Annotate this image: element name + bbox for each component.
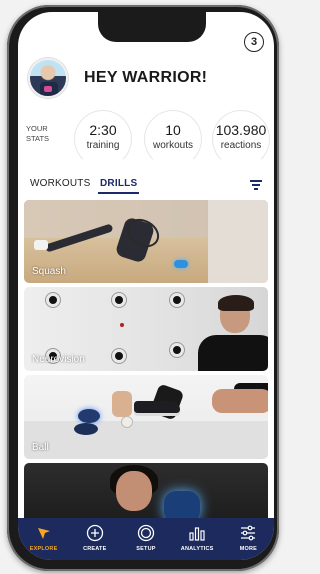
light-pod-image <box>164 491 200 520</box>
drill-card-pod-hold[interactable] <box>24 463 268 520</box>
light-pod-image <box>112 293 126 307</box>
nav-more[interactable]: MORE <box>224 523 272 552</box>
drill-card-ball[interactable]: Ball <box>24 375 268 459</box>
light-pod-image <box>46 293 60 307</box>
stats-section: YOUR STATS 2:30 training 10 workouts 103… <box>24 110 272 168</box>
phone-notch <box>98 12 206 42</box>
app-screen: 3 HEY WARRIOR! YOUR STATS 2:30 training … <box>18 12 274 560</box>
stat-label: workouts <box>152 140 193 151</box>
tab-drills[interactable]: DRILLS <box>97 178 140 194</box>
nav-explore[interactable]: EXPLORE <box>20 523 68 552</box>
bar-chart-icon <box>173 523 221 543</box>
content-tabs: WORKOUTS DRILLS <box>30 178 266 196</box>
nav-setup[interactable]: SETUP <box>122 523 170 552</box>
tab-workouts[interactable]: WORKOUTS <box>30 178 91 189</box>
pod-icon <box>122 523 170 543</box>
stat-value: 2:30 <box>89 122 117 138</box>
stat-label: reactions <box>220 140 262 151</box>
drill-card-title: Neurovision <box>32 354 85 365</box>
nav-analytics[interactable]: ANALYTICS <box>173 523 221 552</box>
light-pod-image <box>174 260 188 268</box>
plus-circle-icon <box>71 523 119 543</box>
greeting-title: HEY WARRIOR! <box>84 69 208 86</box>
avatar[interactable] <box>28 58 68 98</box>
drill-card-title: Ball <box>32 442 49 453</box>
sliders-icon <box>224 523 272 543</box>
stat-value: 10 <box>165 122 181 138</box>
bottom-navbar: EXPLORE CREATE SETUP ANALYTICS MORE <box>18 518 274 560</box>
stat-value: 103.980 <box>215 122 267 138</box>
drill-card-title: Squash <box>32 266 66 277</box>
stat-training[interactable]: 2:30 training <box>72 110 134 168</box>
profile-header: HEY WARRIOR! <box>28 56 258 100</box>
drills-feed[interactable]: Squash Neurovision Ball <box>24 200 268 520</box>
light-pod-image <box>78 409 100 423</box>
stat-reactions[interactable]: 103.980 reactions <box>210 110 272 168</box>
notification-badge[interactable]: 3 <box>244 32 264 52</box>
ball-image <box>122 417 132 427</box>
filter-icon[interactable] <box>250 180 262 190</box>
athlete-image <box>194 295 268 371</box>
light-pod-image <box>112 349 126 363</box>
light-pod-image <box>74 423 98 435</box>
stat-label: training <box>86 140 120 151</box>
stat-workouts[interactable]: 10 workouts <box>142 110 204 168</box>
drill-card-neurovision[interactable]: Neurovision <box>24 287 268 371</box>
nav-create[interactable]: CREATE <box>71 523 119 552</box>
drill-card-squash[interactable]: Squash <box>24 200 268 283</box>
light-pod-image <box>170 343 184 357</box>
light-pod-image <box>170 293 184 307</box>
stats-label: YOUR STATS <box>26 124 50 143</box>
arrow-pointer-icon <box>20 523 68 543</box>
